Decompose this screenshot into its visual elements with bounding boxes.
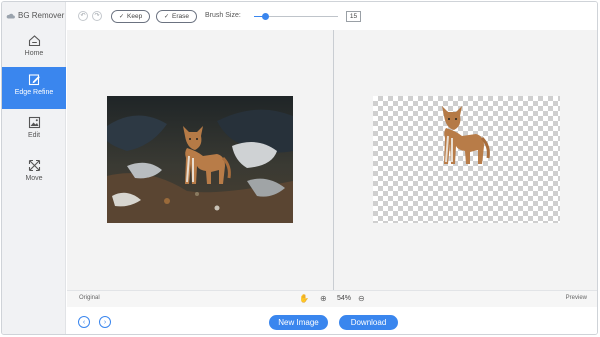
- erase-button[interactable]: ✓ Erase: [156, 10, 198, 23]
- move-icon: [28, 159, 41, 172]
- next-button[interactable]: ›: [99, 316, 111, 328]
- chevron-right-icon: ›: [103, 318, 107, 326]
- status-bar: Original ✋ ⊕ 54% ⊖ Preview: [67, 290, 597, 307]
- bottom-bar: ‹ › New Image Download: [67, 307, 597, 334]
- app-title: BG Remover: [18, 10, 65, 20]
- sidebar-item-label: Edit: [27, 132, 41, 139]
- brush-size-slider[interactable]: [254, 13, 338, 20]
- brush-size-input[interactable]: 15: [346, 11, 361, 22]
- keep-brush-icon: ✓: [119, 14, 125, 20]
- keep-label: Keep: [127, 13, 143, 20]
- home-icon: [28, 34, 41, 47]
- sidebar-item-edge-refine[interactable]: Edge Refine: [2, 67, 66, 109]
- undo-button[interactable]: ↶: [78, 11, 88, 21]
- sidebar-item-label: Home: [24, 50, 44, 57]
- undo-icon: ↶: [80, 13, 86, 19]
- hand-pan-icon[interactable]: ✋: [299, 294, 309, 303]
- sidebar-item-label: Edge Refine: [14, 89, 54, 96]
- toolbar: ↶ ↷ ✓ Keep ✓ Erase Brush Size: 15: [67, 2, 597, 30]
- edit-image-icon: [28, 116, 41, 129]
- redo-button[interactable]: ↷: [92, 11, 102, 21]
- keep-button[interactable]: ✓ Keep: [111, 10, 151, 23]
- preview-image: [373, 96, 560, 223]
- new-image-button[interactable]: New Image: [269, 315, 328, 330]
- sidebar-item-move[interactable]: Move: [2, 153, 66, 195]
- chevron-left-icon: ‹: [82, 318, 86, 326]
- zoom-in-icon[interactable]: ⊕: [320, 294, 327, 303]
- sidebar: BG Remover Home Edge Refine Edit Move: [2, 2, 66, 334]
- original-label: Original: [79, 295, 100, 301]
- brush-size-label: Brush Size:: [205, 12, 241, 19]
- cloud-logo-icon: [6, 12, 15, 19]
- original-image: [107, 96, 293, 223]
- edge-refine-icon: [28, 73, 41, 86]
- zoom-out-icon[interactable]: ⊖: [358, 294, 365, 303]
- original-panel: [67, 30, 333, 290]
- sidebar-item-home[interactable]: Home: [2, 28, 66, 70]
- previous-button[interactable]: ‹: [78, 316, 90, 328]
- erase-brush-icon: ✓: [164, 14, 170, 20]
- redo-icon: ↷: [94, 13, 100, 19]
- preview-panel: [334, 30, 597, 290]
- sidebar-item-label: Move: [25, 175, 43, 182]
- brush-size-slider-handle[interactable]: [262, 13, 269, 20]
- zoom-level: 54%: [337, 295, 352, 302]
- download-button[interactable]: Download: [339, 315, 398, 330]
- app-brand: BG Remover: [6, 8, 64, 22]
- sidebar-item-edit[interactable]: Edit: [2, 110, 66, 152]
- erase-label: Erase: [172, 13, 190, 20]
- preview-label: Preview: [565, 295, 587, 301]
- app-window: BG Remover Home Edge Refine Edit Move ↶ …: [1, 1, 598, 335]
